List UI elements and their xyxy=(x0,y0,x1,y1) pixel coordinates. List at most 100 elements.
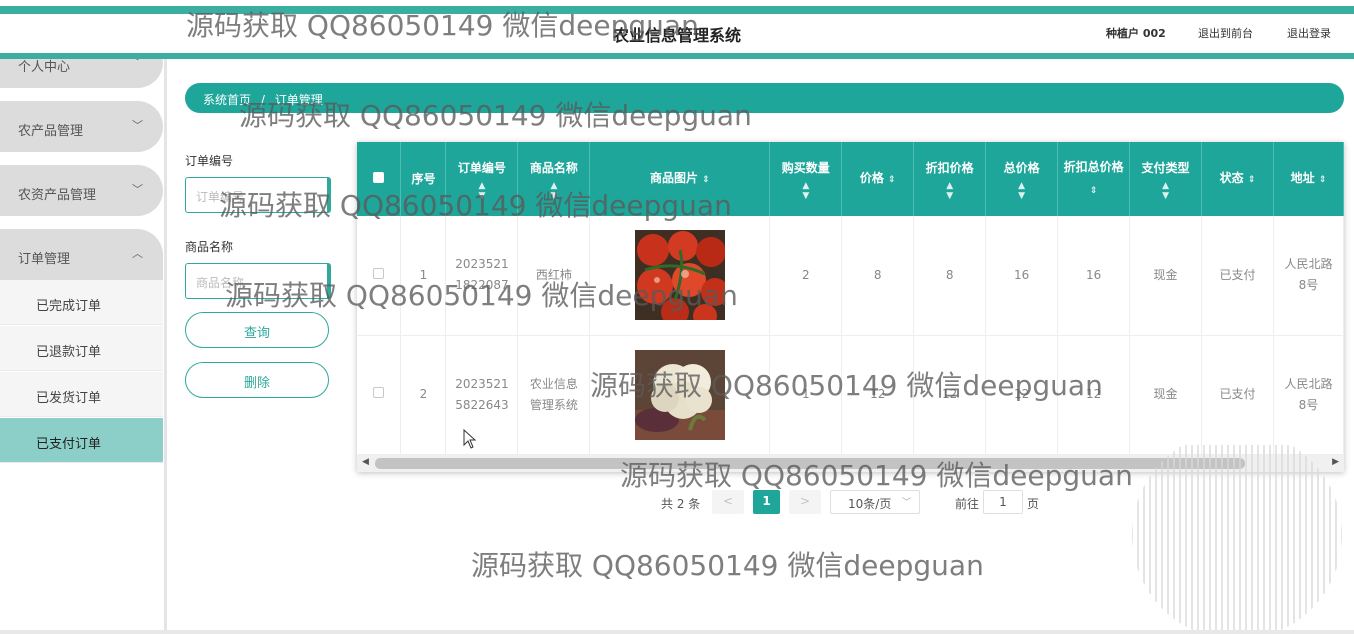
col-header-order-no[interactable]: 订单编号 ▲ ▼ xyxy=(445,142,519,216)
chevron-down-icon: ﹀ xyxy=(132,183,143,196)
sort-icon[interactable]: ⇕ xyxy=(702,175,710,185)
breadcrumb-current: 订单管理 xyxy=(274,93,323,107)
sidebar-subitem-paid-orders[interactable]: 已支付订单 xyxy=(0,418,163,463)
order-no-input[interactable]: 订单编号 xyxy=(185,177,331,213)
col-header-price[interactable]: 价格 ⇕ xyxy=(841,142,915,216)
cell-discount-total: 16 xyxy=(1057,216,1131,336)
sidebar-item-label: 农产品管理 xyxy=(18,124,84,139)
chevron-down-icon: ﹀ xyxy=(901,498,911,508)
col-header-pay-type[interactable]: 支付类型 ▲ ▼ xyxy=(1129,142,1203,216)
col-header-index: 序号 xyxy=(400,142,447,216)
chevron-up-icon: ︿ xyxy=(132,247,143,260)
row-checkbox[interactable] xyxy=(357,216,402,336)
cell-order-no: 2023521 1822087 xyxy=(445,216,519,336)
table-row: 2 2023521 5822643 农业信息 管理系统 1 12 12 12 1… xyxy=(357,335,1344,455)
col-header-image[interactable]: 商品图片 ⇕ xyxy=(589,142,771,216)
table-row: 1 2023521 1822087 西红柿 2 8 8 16 16 现金 已支付… xyxy=(357,216,1344,336)
back-to-frontend-link[interactable]: 退出到前台 xyxy=(1198,25,1253,41)
breadcrumb: 系统首页 / 订单管理 xyxy=(185,83,1344,113)
cell-qty: 1 xyxy=(769,335,843,455)
col-header-product[interactable]: 商品名称 ▲ ▼ xyxy=(517,142,591,216)
cell-address: 人民北路 8号 xyxy=(1273,335,1344,455)
sidebar-subitem-refunded-orders[interactable]: 已退款订单 xyxy=(0,326,163,371)
cell-product: 西红柿 xyxy=(517,216,591,336)
chevron-down-icon: ﹀ xyxy=(132,59,143,68)
col-header-status[interactable]: 状态 ⇕ xyxy=(1201,142,1274,216)
sidebar: 个人中心 ﹀ 农产品管理 ﹀ 农资产品管理 ﹀ 订单管理 ︿ 已完成订单 已退款… xyxy=(0,59,167,634)
sort-icon[interactable]: ⇕ xyxy=(1090,186,1098,196)
current-user-label: 种植户 002 xyxy=(1106,27,1166,40)
scrollbar-thumb[interactable] xyxy=(375,458,1245,469)
header-divider xyxy=(0,53,1354,59)
prev-page-button[interactable]: < xyxy=(712,490,744,514)
product-name-input[interactable]: 商品名称 xyxy=(185,263,331,299)
goto-page-input[interactable]: 1 xyxy=(983,490,1023,514)
total-count: 共 2 条 xyxy=(661,497,701,511)
decorative-circle-lines xyxy=(1132,445,1342,634)
cell-order-no: 2023521 5822643 xyxy=(445,335,519,455)
orders-table: 序号 订单编号 ▲ ▼ 商品名称 ▲ ▼ 商品图片 ⇕ 购买数量 ▲ ▼ 价格 ⇕ 折扣价格… xyxy=(357,142,1344,472)
bottom-edge xyxy=(0,630,1354,634)
cell-index: 2 xyxy=(400,335,447,455)
cell-price: 12 xyxy=(841,335,915,455)
sidebar-item-personal-center[interactable]: 个人中心 ﹀ xyxy=(0,59,163,88)
cauliflower-image xyxy=(634,349,725,440)
cell-total: 16 xyxy=(985,216,1059,336)
cell-qty: 2 xyxy=(769,216,843,336)
cell-discount-total: 12 xyxy=(1057,335,1131,455)
logout-link[interactable]: 退出登录 xyxy=(1287,25,1331,41)
breadcrumb-home[interactable]: 系统首页 xyxy=(203,91,251,108)
sort-icon[interactable]: ▲ ▼ xyxy=(986,181,1057,201)
cell-pay-type: 现金 xyxy=(1129,335,1203,455)
query-button[interactable]: 查询 xyxy=(185,312,329,348)
cell-discount-price: 12 xyxy=(913,335,987,455)
sidebar-item-agri-supplies[interactable]: 农资产品管理 ﹀ xyxy=(0,165,163,216)
cell-status: 已支付 xyxy=(1201,335,1274,455)
sort-icon[interactable]: ▲ ▼ xyxy=(1130,181,1201,201)
cell-pay-type: 现金 xyxy=(1129,216,1203,336)
top-accent-strip xyxy=(0,6,1354,14)
sort-icon[interactable]: ▲ ▼ xyxy=(914,181,985,201)
cell-product: 农业信息 管理系统 xyxy=(517,335,591,455)
chevron-down-icon: ﹀ xyxy=(132,119,143,132)
col-header-total[interactable]: 总价格 ▲ ▼ xyxy=(985,142,1059,216)
goto-label: 前往 xyxy=(955,497,980,511)
page-size-select[interactable]: 10条/页 ﹀ xyxy=(830,490,920,514)
sidebar-item-agri-products[interactable]: 农产品管理 ﹀ xyxy=(0,101,163,152)
checkbox-icon xyxy=(373,172,385,183)
sort-icon[interactable]: ▲ ▼ xyxy=(770,181,841,201)
product-name-label: 商品名称 xyxy=(185,240,234,254)
cell-address: 人民北路 8号 xyxy=(1273,216,1344,336)
page-size-value: 10条/页 xyxy=(848,497,892,511)
sort-icon[interactable]: ⇕ xyxy=(888,175,896,185)
watermark-text: 源码获取 QQ86050149 微信deepguan xyxy=(471,549,984,582)
cell-image xyxy=(589,216,771,336)
sidebar-item-order-management[interactable]: 订单管理 ︿ xyxy=(0,229,163,280)
checkbox-icon xyxy=(373,387,385,398)
select-all-checkbox[interactable] xyxy=(357,142,402,216)
sort-icon[interactable]: ▲ ▼ xyxy=(446,181,517,201)
cell-total: 12 xyxy=(985,335,1059,455)
sort-icon[interactable]: ▲ ▼ xyxy=(518,181,589,201)
cell-image xyxy=(589,335,771,455)
page-number-current[interactable]: 1 xyxy=(753,490,780,514)
col-header-discount-total[interactable]: 折扣总价格 ⇕ xyxy=(1057,142,1131,216)
mouse-cursor-icon xyxy=(463,429,477,449)
sidebar-subitem-completed-orders[interactable]: 已完成订单 xyxy=(0,280,163,325)
sort-icon[interactable]: ⇕ xyxy=(1319,175,1327,185)
sort-icon[interactable]: ⇕ xyxy=(1248,175,1256,185)
app-header: 农业信息管理系统 种植户 002 退出到前台 退出登录 xyxy=(0,14,1354,54)
next-page-button[interactable]: > xyxy=(789,490,821,514)
delete-button[interactable]: 删除 xyxy=(185,362,329,398)
sidebar-subitem-shipped-orders[interactable]: 已发货订单 xyxy=(0,372,163,417)
row-checkbox[interactable] xyxy=(357,335,402,455)
scroll-left-icon[interactable]: ◀ xyxy=(362,457,369,467)
sidebar-item-label: 订单管理 xyxy=(18,252,71,267)
col-header-discount-price[interactable]: 折扣价格 ▲ ▼ xyxy=(913,142,987,216)
col-header-address[interactable]: 地址 ⇕ xyxy=(1273,142,1344,216)
cell-index: 1 xyxy=(400,216,447,336)
cell-price: 8 xyxy=(841,216,915,336)
order-no-label: 订单编号 xyxy=(185,154,234,168)
col-header-qty[interactable]: 购买数量 ▲ ▼ xyxy=(769,142,843,216)
sidebar-item-label: 个人中心 xyxy=(18,60,71,75)
